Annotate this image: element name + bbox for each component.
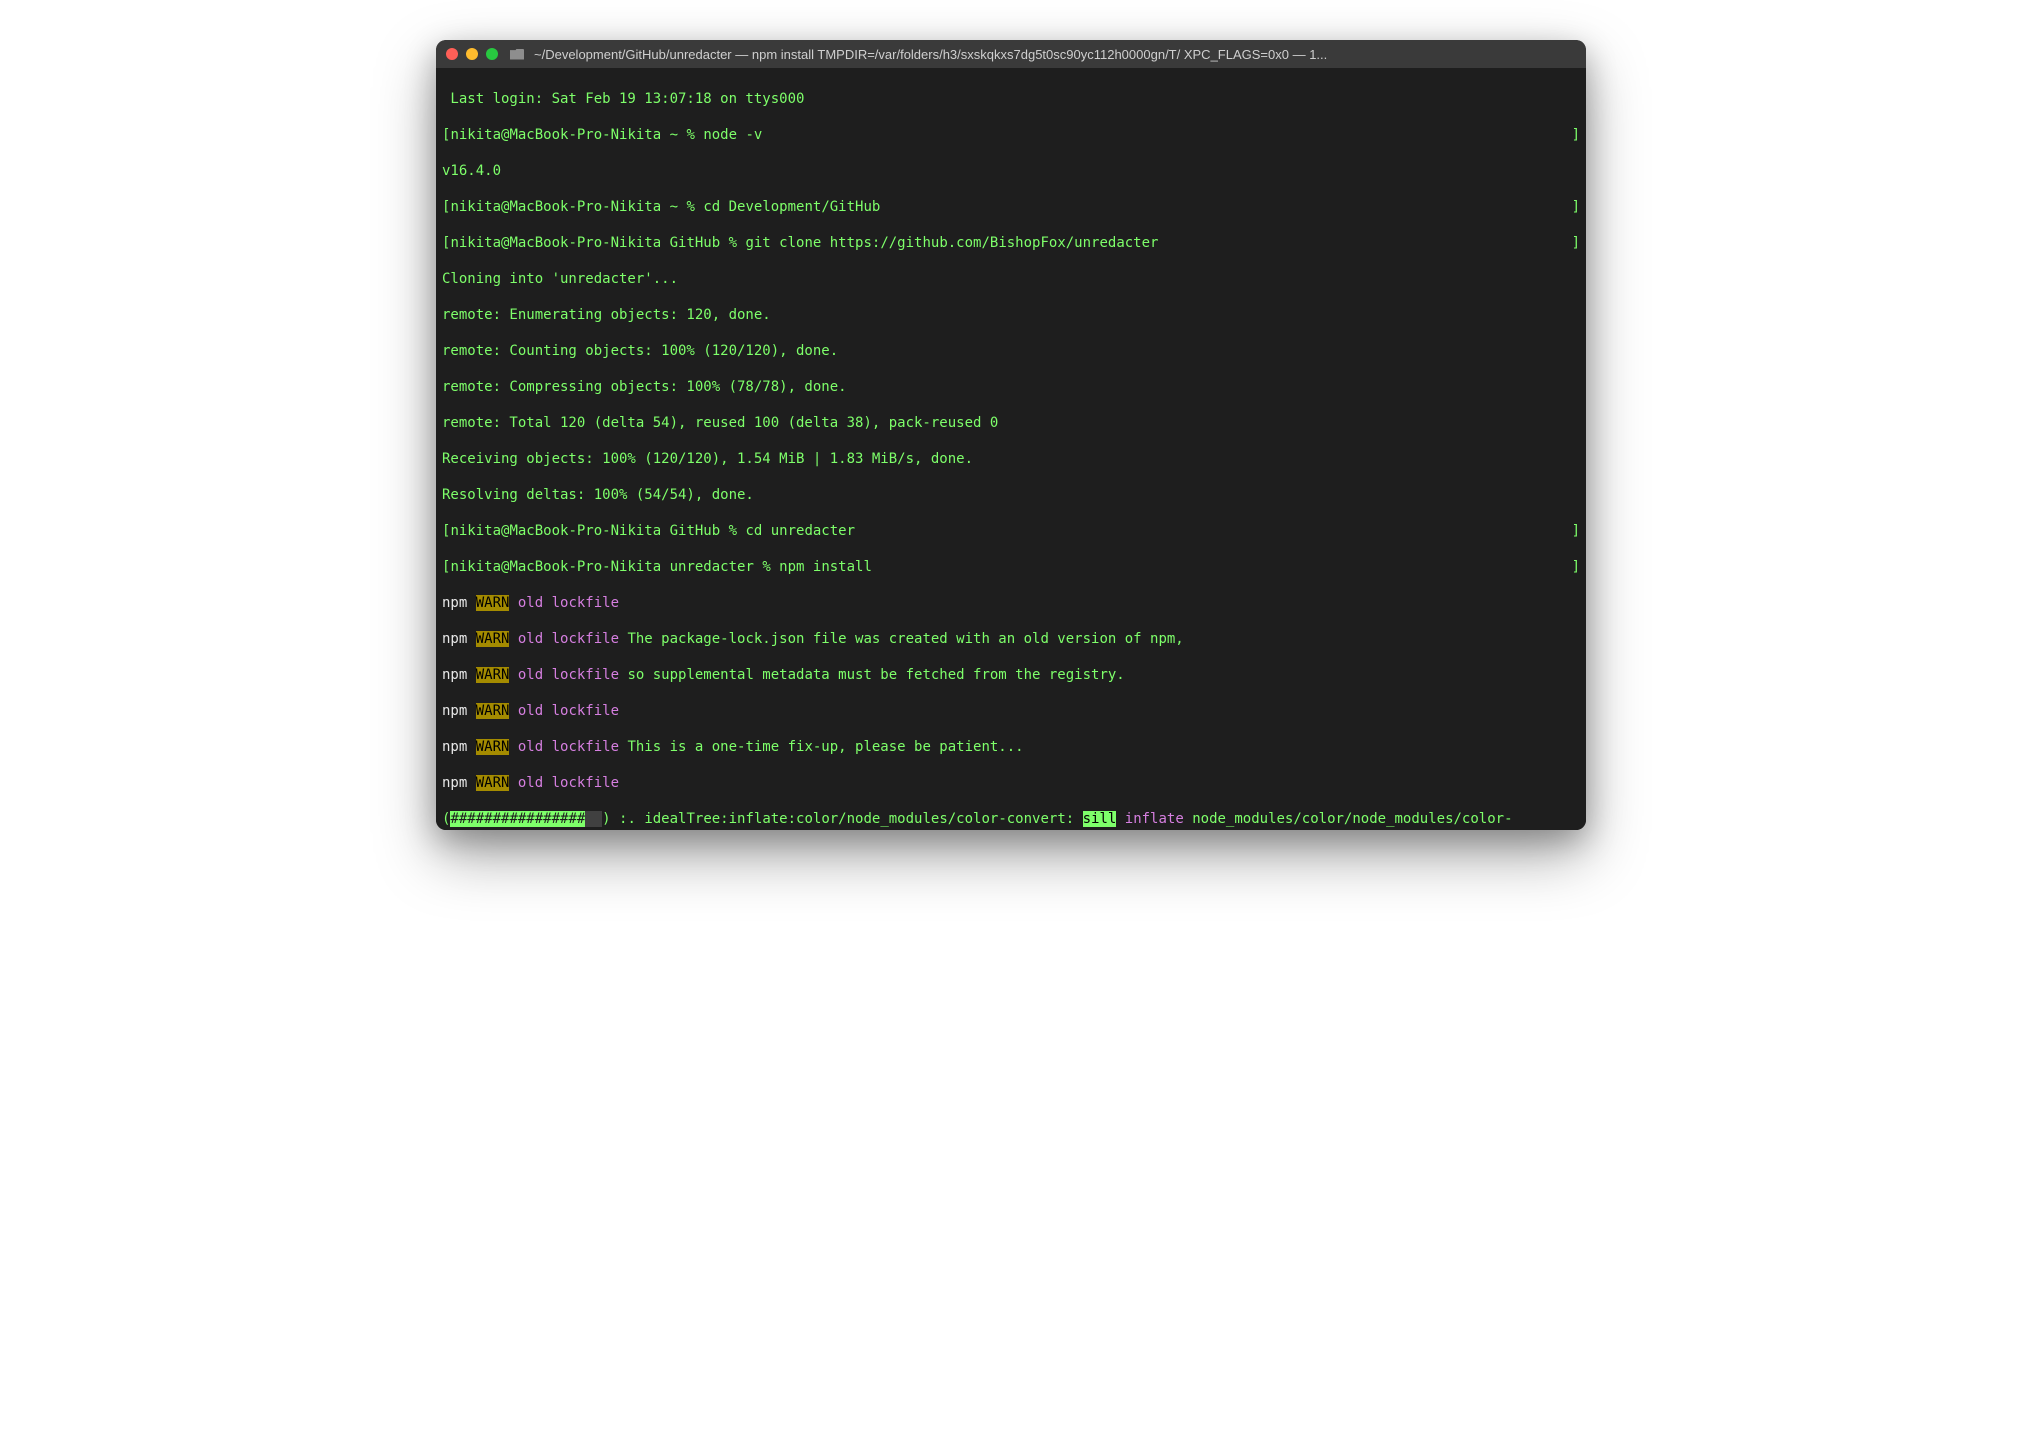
prompt-user: nikita@MacBook-Pro-Nikita	[450, 523, 661, 539]
npm-label: npm	[442, 703, 476, 719]
prompt-symbol: %	[686, 127, 703, 143]
command-npm-install: npm install	[779, 559, 872, 575]
maximize-button[interactable]	[486, 48, 498, 60]
window-titlebar: ~/Development/GitHub/unredacter — npm in…	[436, 40, 1586, 68]
npm-warn-line-6: npm WARN old lockfile	[442, 774, 1580, 792]
old-lockfile: old lockfile	[509, 631, 619, 647]
folder-icon	[510, 49, 524, 60]
prompt-path: ~	[661, 127, 686, 143]
last-login-line: Last login: Sat Feb 19 13:07:18 on ttys0…	[442, 90, 1580, 108]
npm-label: npm	[442, 667, 476, 683]
remote-counting: remote: Counting objects: 100% (120/120)…	[442, 342, 1580, 360]
npm-warn-line-1: npm WARN old lockfile	[442, 594, 1580, 612]
remote-total: remote: Total 120 (delta 54), reused 100…	[442, 414, 1580, 432]
npm-warn-line-2: npm WARN old lockfile The package-lock.j…	[442, 630, 1580, 648]
old-lockfile: old lockfile	[509, 595, 619, 611]
prompt-1: [nikita@MacBook-Pro-Nikita ~ % node -v]	[442, 126, 1580, 144]
progress-fill: ################	[450, 811, 585, 827]
warn-tag: WARN	[476, 667, 510, 683]
old-lockfile: old lockfile	[509, 703, 619, 719]
prompt-path: unredacter	[661, 559, 762, 575]
npm-warn-line-4: npm WARN old lockfile	[442, 702, 1580, 720]
command-git-clone: git clone https://github.com/BishopFox/u…	[745, 235, 1158, 251]
command-node-v: node -v	[703, 127, 762, 143]
prompt-user: nikita@MacBook-Pro-Nikita	[450, 199, 661, 215]
warn-msg	[619, 775, 627, 791]
window-title: ~/Development/GitHub/unredacter — npm in…	[534, 47, 1327, 62]
bracket-close: ]	[1572, 234, 1580, 252]
command-cd-dev: cd Development/GitHub	[703, 199, 880, 215]
warn-msg	[619, 703, 627, 719]
prompt-symbol: %	[729, 235, 746, 251]
prompt-4: [nikita@MacBook-Pro-Nikita GitHub % cd u…	[442, 522, 1580, 540]
clone-into-line: Cloning into 'unredacter'...	[442, 270, 1580, 288]
traffic-lights	[446, 48, 498, 60]
prompt-symbol: %	[686, 199, 703, 215]
npm-label: npm	[442, 595, 476, 611]
command-cd-unredacter: cd unredacter	[745, 523, 855, 539]
idealtree-text: idealTree:inflate:color/node_modules/col…	[644, 811, 1082, 827]
terminal-window: ~/Development/GitHub/unredacter — npm in…	[436, 40, 1586, 830]
minimize-button[interactable]	[466, 48, 478, 60]
terminal-body[interactable]: Last login: Sat Feb 19 13:07:18 on ttys0…	[436, 68, 1586, 830]
bracket-close: ]	[1572, 198, 1580, 216]
progress-close: )	[602, 811, 619, 827]
warn-msg: This is a one-time fix-up, please be pat…	[619, 739, 1024, 755]
prompt-path: ~	[661, 199, 686, 215]
warn-msg	[619, 595, 627, 611]
prompt-user: nikita@MacBook-Pro-Nikita	[450, 235, 661, 251]
warn-tag: WARN	[476, 631, 510, 647]
npm-label: npm	[442, 739, 476, 755]
warn-msg: The package-lock.json file was created w…	[619, 631, 1184, 647]
receiving-objects: Receiving objects: 100% (120/120), 1.54 …	[442, 450, 1580, 468]
bracket-close: ]	[1572, 558, 1580, 576]
old-lockfile: old lockfile	[509, 775, 619, 791]
warn-tag: WARN	[476, 775, 510, 791]
remote-compressing: remote: Compressing objects: 100% (78/78…	[442, 378, 1580, 396]
bracket-close: ]	[1572, 522, 1580, 540]
resolving-deltas: Resolving deltas: 100% (54/54), done.	[442, 486, 1580, 504]
npm-label: npm	[442, 775, 476, 791]
prompt-2: [nikita@MacBook-Pro-Nikita ~ % cd Develo…	[442, 198, 1580, 216]
warn-tag: WARN	[476, 595, 510, 611]
prompt-user: nikita@MacBook-Pro-Nikita	[450, 127, 661, 143]
prompt-symbol: %	[729, 523, 746, 539]
old-lockfile: old lockfile	[509, 739, 619, 755]
npm-warn-line-5: npm WARN old lockfile This is a one-time…	[442, 738, 1580, 756]
sill-tag: sill	[1083, 811, 1117, 827]
progress-shade: ##	[585, 811, 602, 827]
bracket-close: ]	[1572, 126, 1580, 144]
warn-tag: WARN	[476, 739, 510, 755]
progress-line: (##################) :. idealTree:inflat…	[442, 810, 1580, 828]
prompt-user: nikita@MacBook-Pro-Nikita	[450, 559, 661, 575]
prompt-5: [nikita@MacBook-Pro-Nikita unredacter % …	[442, 558, 1580, 576]
sill-space	[1116, 811, 1124, 827]
warn-tag: WARN	[476, 703, 510, 719]
node-version: v16.4.0	[442, 162, 1580, 180]
remote-enumerating: remote: Enumerating objects: 120, done.	[442, 306, 1580, 324]
close-button[interactable]	[446, 48, 458, 60]
prompt-path: GitHub	[661, 235, 728, 251]
npm-warn-line-3: npm WARN old lockfile so supplemental me…	[442, 666, 1580, 684]
prompt-3: [nikita@MacBook-Pro-Nikita GitHub % git …	[442, 234, 1580, 252]
prompt-symbol: %	[762, 559, 779, 575]
npm-label: npm	[442, 631, 476, 647]
old-lockfile: old lockfile	[509, 667, 619, 683]
prompt-path: GitHub	[661, 523, 728, 539]
warn-msg: so supplemental metadata must be fetched…	[619, 667, 1125, 683]
inflate-path: node_modules/color/node_modules/color-	[1184, 811, 1513, 827]
progress-spinner: :.	[619, 811, 644, 827]
inflate-word: inflate	[1125, 811, 1184, 827]
